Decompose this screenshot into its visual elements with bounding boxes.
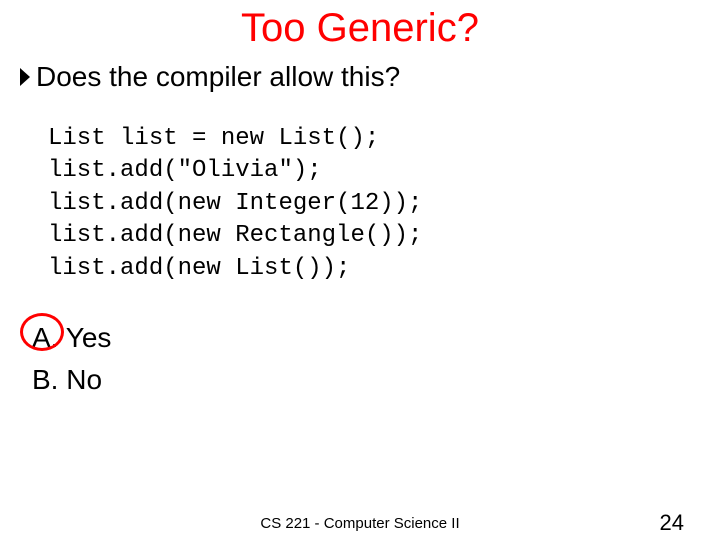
option-b-row: B. No [32,361,720,399]
option-b-label: B. No [32,364,102,395]
page-number: 24 [660,510,684,536]
code-block: List list = new List(); list.add("Olivia… [48,123,720,285]
bullet-row: Does the compiler allow this? [20,61,720,93]
option-a: A. Yes [32,319,111,357]
option-a-label: A. Yes [32,322,111,353]
bullet-marker-icon [20,68,30,86]
footer-course: CS 221 - Computer Science II [0,515,720,532]
bullet-text: Does the compiler allow this? [36,61,400,93]
options: A. Yes B. No [32,319,720,399]
option-a-row: A. Yes [32,319,720,357]
slide-title: Too Generic? [0,6,720,51]
